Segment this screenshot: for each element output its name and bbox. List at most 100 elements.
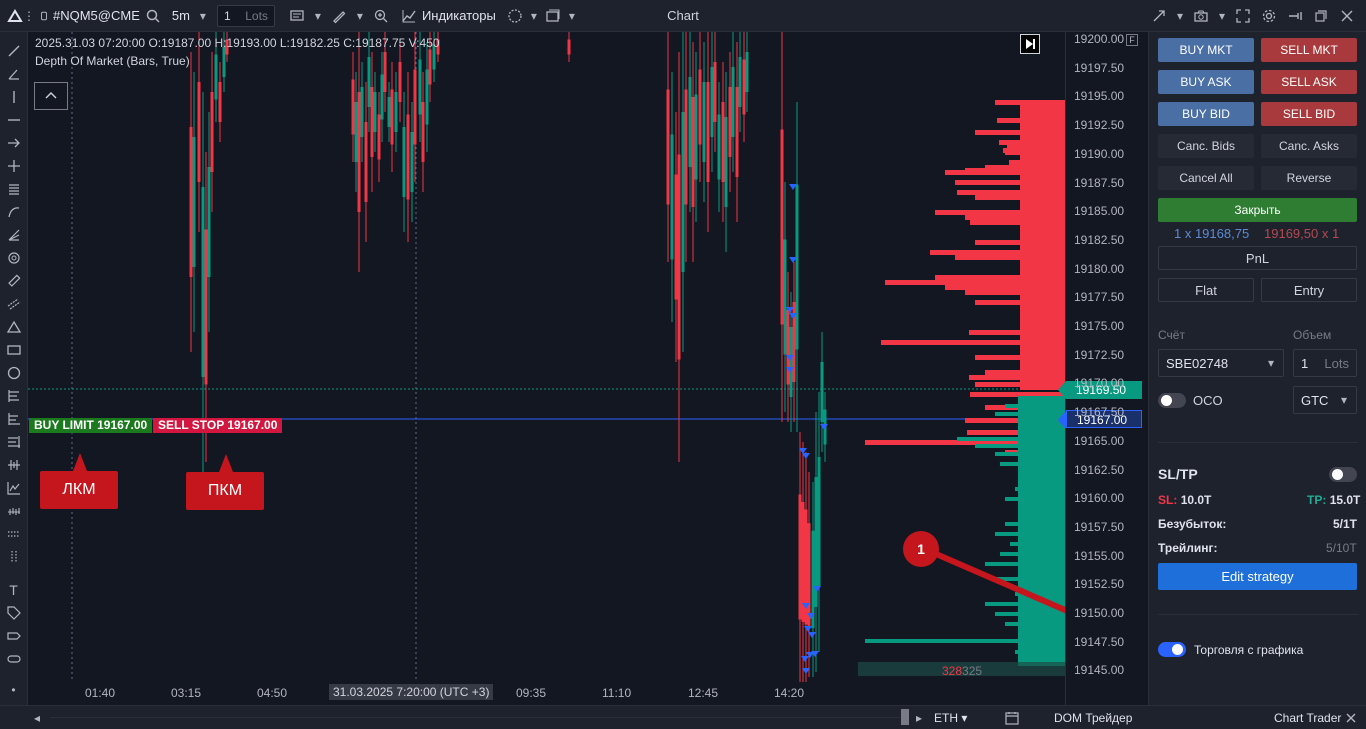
sell-stop-order-tag[interactable]: SELL STOP 19167.00 xyxy=(153,418,283,433)
candle-body xyxy=(364,122,368,202)
session-selector[interactable]: ETH ▾ xyxy=(934,706,967,729)
collapse-legend-button[interactable] xyxy=(34,82,68,110)
eraser-icon[interactable] xyxy=(5,650,23,668)
chevron-down-icon[interactable]: ▾ xyxy=(356,7,364,25)
rectangle-icon[interactable] xyxy=(5,341,23,359)
cancel-bids-button[interactable]: Canc. Bids xyxy=(1158,134,1254,158)
crosshair-icon[interactable] xyxy=(5,157,23,175)
search-icon[interactable] xyxy=(144,7,162,25)
angle-line-icon[interactable] xyxy=(5,65,23,83)
buy-market-button[interactable]: BUY MKT xyxy=(1158,38,1254,62)
sltp-toggle[interactable] xyxy=(1329,467,1357,482)
sell-bid-button[interactable]: SELL BID xyxy=(1261,102,1357,126)
close-position-button[interactable]: Закрыть xyxy=(1158,198,1357,222)
spiral-icon[interactable] xyxy=(5,249,23,267)
circle-icon[interactable] xyxy=(5,364,23,382)
scroll-left-icon[interactable]: ◂ xyxy=(28,709,46,727)
horizontal-line-icon[interactable] xyxy=(5,111,23,129)
gear-icon[interactable] xyxy=(1260,7,1278,25)
edit-strategy-button[interactable]: Edit strategy xyxy=(1158,563,1357,590)
label-icon[interactable] xyxy=(5,627,23,645)
ask-depth-bar xyxy=(1020,300,1065,305)
pnl-button[interactable]: PnL xyxy=(1158,246,1357,270)
text-icon[interactable]: T xyxy=(5,581,23,599)
pencil-icon[interactable] xyxy=(330,7,348,25)
flat-button[interactable]: Flat xyxy=(1158,278,1254,302)
tag-icon[interactable] xyxy=(5,604,23,622)
auto-fit-button[interactable]: F xyxy=(1126,34,1138,46)
pin-icon[interactable] xyxy=(1286,7,1304,25)
oco-toggle[interactable] xyxy=(1158,393,1186,408)
layout-icon[interactable] xyxy=(544,7,562,25)
calendar-icon[interactable] xyxy=(1003,709,1021,727)
shrink-arrows-icon[interactable] xyxy=(1150,7,1168,25)
chevron-down-icon[interactable]: ▾ xyxy=(568,7,576,25)
cancel-all-button[interactable]: Cancel All xyxy=(1158,166,1254,190)
chevron-down-icon[interactable]: ▾ xyxy=(314,7,322,25)
bid-depth-bar xyxy=(1018,491,1065,496)
close-icon[interactable] xyxy=(1338,7,1356,25)
goto-realtime-button[interactable] xyxy=(1020,34,1040,54)
vertical-line-icon[interactable] xyxy=(5,88,23,106)
horizontal-scrollbar[interactable] xyxy=(50,717,900,718)
chevron-down-icon[interactable]: ▾ xyxy=(1176,7,1184,25)
entry-button[interactable]: Entry xyxy=(1261,278,1357,302)
template-icon[interactable] xyxy=(506,7,524,25)
camera-icon[interactable] xyxy=(1192,7,1210,25)
pitchfork-icon[interactable] xyxy=(5,226,23,244)
trend-line-icon[interactable] xyxy=(5,42,23,60)
restore-window-icon[interactable] xyxy=(1312,7,1330,25)
fullscreen-icon[interactable] xyxy=(1234,7,1252,25)
price-label: 19180.00 xyxy=(1074,261,1125,276)
arrow-icon[interactable] xyxy=(5,134,23,152)
ruler-icon[interactable] xyxy=(5,272,23,290)
price-axis[interactable]: F 19169.50 19167.00 19200.00 19197.50 1919… xyxy=(1058,32,1145,705)
zoom-icon[interactable] xyxy=(372,7,390,25)
gann-icon[interactable] xyxy=(5,456,23,474)
scrollbar-thumb[interactable] xyxy=(901,709,909,725)
chevron-down-icon[interactable]: ▾ xyxy=(530,7,538,25)
candle-body xyxy=(738,57,742,107)
candle-body xyxy=(807,523,811,626)
fib-levels-icon[interactable] xyxy=(5,387,23,405)
reverse-button[interactable]: Reverse xyxy=(1261,166,1357,190)
dotted-range-icon[interactable] xyxy=(5,525,23,543)
dom-trader-tab[interactable]: DOM Трейдер xyxy=(1054,706,1132,729)
symbol-selector[interactable]: #NQM5@CME xyxy=(34,0,167,32)
sell-ask-button[interactable]: SELL ASK xyxy=(1261,70,1357,94)
scroll-right-icon[interactable]: ▸ xyxy=(910,709,928,727)
indicators-button[interactable]: Индикаторы xyxy=(395,0,501,32)
chart-type-icon[interactable] xyxy=(288,7,306,25)
dot-icon[interactable]: • xyxy=(5,681,23,699)
chart-area[interactable]: 2025.31.03 07:20:00 O:19187.00 H:19193.0… xyxy=(28,32,1065,705)
volume-input[interactable]: 1 Lots xyxy=(1293,349,1357,377)
curve-icon[interactable] xyxy=(5,203,23,221)
channel-icon[interactable] xyxy=(5,295,23,313)
tif-select[interactable]: GTC ▾ xyxy=(1293,386,1357,414)
candle-body xyxy=(706,82,710,182)
chart-trading-toggle[interactable] xyxy=(1158,642,1186,657)
buy-bid-button[interactable]: BUY BID xyxy=(1158,102,1254,126)
elliott-wave-icon[interactable] xyxy=(5,479,23,497)
fib-extension-icon[interactable] xyxy=(5,410,23,428)
dotted-vertical-icon[interactable] xyxy=(5,548,23,566)
sltp-title: SL/TP xyxy=(1158,466,1198,482)
chart-trader-tab[interactable]: Chart Trader xyxy=(1274,706,1341,729)
triangle-icon[interactable] xyxy=(5,318,23,336)
cancel-asks-button[interactable]: Canc. Asks xyxy=(1261,134,1357,158)
close-icon[interactable] xyxy=(1342,709,1360,727)
symbol-menu-icon[interactable]: ⋮ xyxy=(23,7,35,25)
price-chart[interactable] xyxy=(28,32,1065,705)
timeframe-selector[interactable]: 5m ▾ xyxy=(167,0,217,32)
quantity-input[interactable]: 1 Lots xyxy=(216,4,275,27)
chevron-down-icon[interactable]: ▾ xyxy=(1218,7,1226,25)
buy-ask-button[interactable]: BUY ASK xyxy=(1158,70,1254,94)
bid-depth-bar xyxy=(1018,551,1065,556)
fib-channel-icon[interactable] xyxy=(5,433,23,451)
buy-limit-order-tag[interactable]: BUY LIMIT 19167.00 xyxy=(29,418,153,433)
bid-depth-bar xyxy=(1018,401,1065,406)
account-select[interactable]: SBE02748 ▾ xyxy=(1158,349,1284,377)
pattern-icon[interactable] xyxy=(5,502,23,520)
sell-market-button[interactable]: SELL MKT xyxy=(1261,38,1357,62)
parallel-lines-icon[interactable] xyxy=(5,180,23,198)
